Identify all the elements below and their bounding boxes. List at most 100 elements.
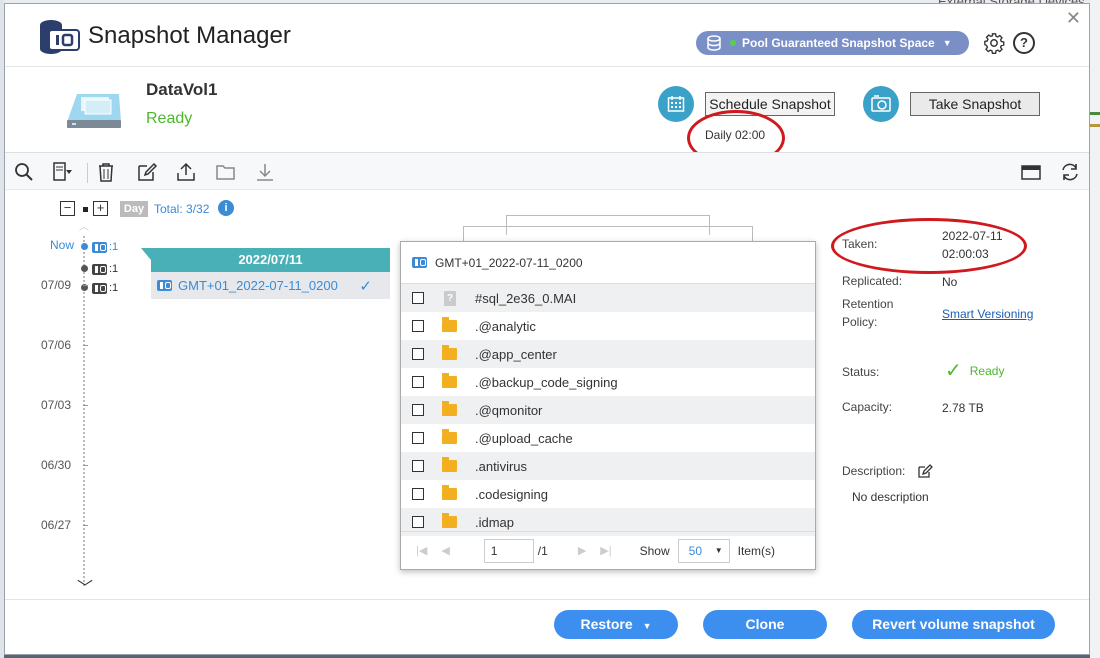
close-icon[interactable]: ✕ — [1066, 8, 1081, 29]
header-divider — [5, 66, 1089, 67]
capacity-value: 2.78 TB — [942, 401, 984, 415]
day-badge[interactable]: Day — [120, 201, 148, 217]
timeline-snapshot-dot[interactable] — [81, 265, 88, 272]
file-name: .@analytic — [475, 318, 536, 334]
file-checkbox[interactable] — [412, 348, 424, 360]
items-per-page-select[interactable]: 50 — [677, 538, 730, 563]
file-browser-panel: GMT+01_2022-07-11_0200 ? #sql_2e36_0.MAI.… — [400, 241, 816, 570]
file-checkbox[interactable] — [412, 320, 424, 332]
replicated-value: No — [942, 275, 958, 289]
take-snapshot-button[interactable]: Take Snapshot — [910, 92, 1040, 116]
timeline-date: 06/30 — [41, 458, 72, 472]
search-icon[interactable] — [13, 161, 35, 183]
file-row[interactable]: .antivirus — [401, 452, 815, 480]
timeline-date: 06/27 — [41, 518, 72, 532]
export-icon[interactable] — [175, 161, 197, 183]
download-icon[interactable] — [254, 161, 276, 183]
background-accent-gold — [1090, 124, 1100, 127]
gear-icon[interactable] — [983, 32, 1005, 54]
toolbar — [5, 152, 1089, 190]
taken-time: 02:00:03 — [942, 247, 989, 261]
file-name: .codesigning — [475, 486, 548, 502]
folder-open-icon[interactable] — [215, 161, 237, 183]
status-label: Status: — [842, 365, 880, 379]
check-icon: ✓ — [945, 360, 962, 382]
file-checkbox[interactable] — [412, 432, 424, 444]
retention-policy-link[interactable]: Smart Versioning — [942, 306, 1033, 322]
page-input[interactable]: 1 — [483, 538, 534, 563]
retention-label-2: Policy: — [842, 315, 878, 329]
file-name: #sql_2e36_0.MAI — [475, 290, 577, 306]
snapshot-icon — [92, 241, 107, 253]
first-page-icon[interactable]: |◀ — [416, 544, 427, 557]
snapshot-list-item[interactable]: GMT+01_2022-07-11_0200 ✓ — [151, 272, 390, 299]
last-page-icon[interactable]: ▶| — [600, 544, 611, 557]
file-row[interactable]: ? #sql_2e36_0.MAI — [401, 284, 815, 312]
snapshot-icon — [92, 282, 107, 294]
edit-icon[interactable] — [136, 161, 158, 183]
folder-icon — [442, 317, 457, 332]
file-checkbox[interactable] — [412, 292, 424, 304]
file-name: .antivirus — [475, 458, 528, 474]
snapshot-manager-dialog: ✕ Snapshot Manager Pool Guaranteed Snaps… — [4, 3, 1090, 655]
timeline-snapshot[interactable]: :1 — [92, 241, 118, 253]
clone-button[interactable]: Clone — [703, 610, 827, 639]
volume-status: Ready — [146, 110, 193, 127]
file-checkbox[interactable] — [412, 516, 424, 528]
snapshot-icon — [412, 257, 427, 268]
folder-icon — [442, 345, 457, 360]
pool-snapshot-space-button[interactable]: Pool Guaranteed Snapshot Space ▼ — [696, 31, 969, 55]
items-label: Item(s) — [737, 543, 775, 558]
file-checkbox[interactable] — [412, 376, 424, 388]
show-label: Show — [639, 543, 670, 558]
background-right-panel — [1090, 0, 1100, 658]
restore-label: Restore — [580, 616, 633, 632]
chevron-up-icon[interactable]: ︿ — [79, 218, 89, 233]
timeline-date: 07/09 — [41, 278, 72, 292]
restore-button[interactable]: Restore ▼ — [554, 610, 678, 639]
trash-icon[interactable] — [95, 161, 117, 183]
edit-icon[interactable] — [917, 463, 933, 479]
window-icon[interactable] — [1020, 161, 1042, 183]
help-icon[interactable]: ? — [1013, 32, 1035, 54]
file-row[interactable]: .@backup_code_signing — [401, 368, 815, 396]
description-label: Description: — [842, 464, 906, 478]
file-row[interactable]: .codesigning — [401, 480, 815, 508]
camera-icon[interactable] — [863, 86, 899, 122]
file-checkbox[interactable] — [412, 404, 424, 416]
calendar-icon[interactable] — [658, 86, 694, 122]
total-count: Total: 3/32 — [154, 202, 210, 216]
file-checkbox[interactable] — [412, 488, 424, 500]
snapshot-name: GMT+01_2022-07-11_0200 — [178, 278, 338, 293]
info-icon[interactable]: i — [218, 200, 234, 216]
refresh-icon[interactable] — [1059, 161, 1081, 183]
timeline-snapshot[interactable]: :1 — [92, 263, 118, 275]
taken-label: Taken: — [842, 237, 878, 251]
zoom-out-button[interactable]: − — [60, 201, 75, 216]
timeline-snapshot[interactable]: :1 — [92, 282, 118, 294]
status-text: Ready — [969, 364, 1005, 378]
next-page-icon[interactable]: ▶ — [578, 544, 586, 557]
snapshot-icon — [92, 263, 107, 275]
file-row[interactable]: .@upload_cache — [401, 424, 815, 452]
file-row[interactable]: .@analytic — [401, 312, 815, 340]
revert-volume-snapshot-button[interactable]: Revert volume snapshot — [852, 610, 1055, 639]
folder-icon — [442, 429, 457, 444]
chevron-down-icon: ▼ — [642, 621, 652, 631]
zoom-level-marker — [83, 207, 88, 212]
file-browser-title: GMT+01_2022-07-11_0200 — [435, 255, 583, 270]
file-checkbox[interactable] — [412, 460, 424, 472]
timeline-tick — [83, 525, 88, 526]
prev-page-icon[interactable]: ◀ — [441, 544, 449, 557]
zoom-in-button[interactable]: + — [93, 201, 108, 216]
chevron-down-icon[interactable]: ﹀ — [77, 574, 93, 598]
filter-view-icon[interactable] — [51, 161, 73, 183]
file-name: .@upload_cache — [475, 430, 573, 446]
snapshot-icon — [157, 280, 172, 291]
file-row[interactable]: .@qmonitor — [401, 396, 815, 424]
file-name: .idmap — [475, 514, 515, 530]
file-row[interactable]: .@app_center — [401, 340, 815, 368]
file-icon: ? — [444, 290, 456, 306]
page-total: /1 — [537, 543, 548, 558]
timeline-snapshot-dot[interactable] — [81, 243, 88, 250]
